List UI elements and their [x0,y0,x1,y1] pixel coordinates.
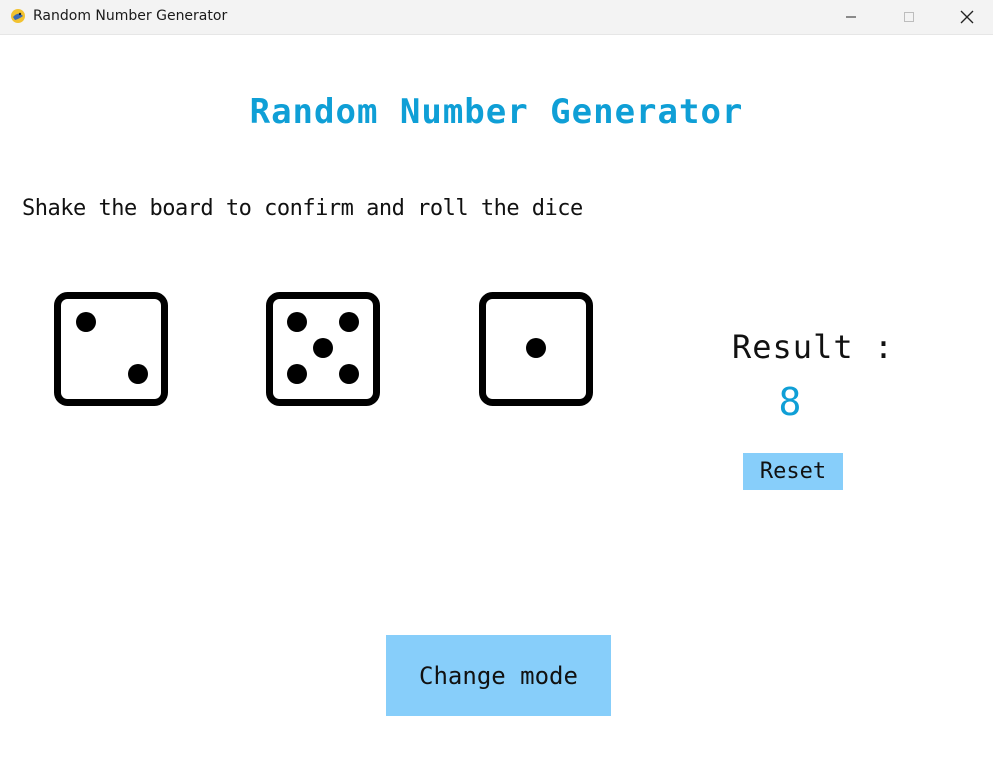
app-window: Random Number Generator Random Number Ge… [0,0,993,782]
close-icon [960,10,974,24]
instruction-text: Shake the board to confirm and roll the … [22,196,583,221]
change-mode-button[interactable]: Change mode [386,635,611,716]
close-button[interactable] [944,0,990,34]
die-face-2-icon [54,292,168,406]
minimize-button[interactable] [828,0,874,34]
result-label: Result : [732,328,895,366]
result-value: 8 [778,380,802,424]
page-title: Random Number Generator [249,92,744,132]
python-snake-icon [11,9,25,23]
reset-button[interactable]: Reset [743,453,843,490]
minimize-icon [846,16,856,18]
die-face-1-icon [479,292,593,406]
window-title: Random Number Generator [33,8,228,24]
maximize-icon [904,12,914,22]
title-bar[interactable]: Random Number Generator [0,0,993,35]
die-face-5-icon [266,292,380,406]
maximize-button[interactable] [886,0,932,34]
